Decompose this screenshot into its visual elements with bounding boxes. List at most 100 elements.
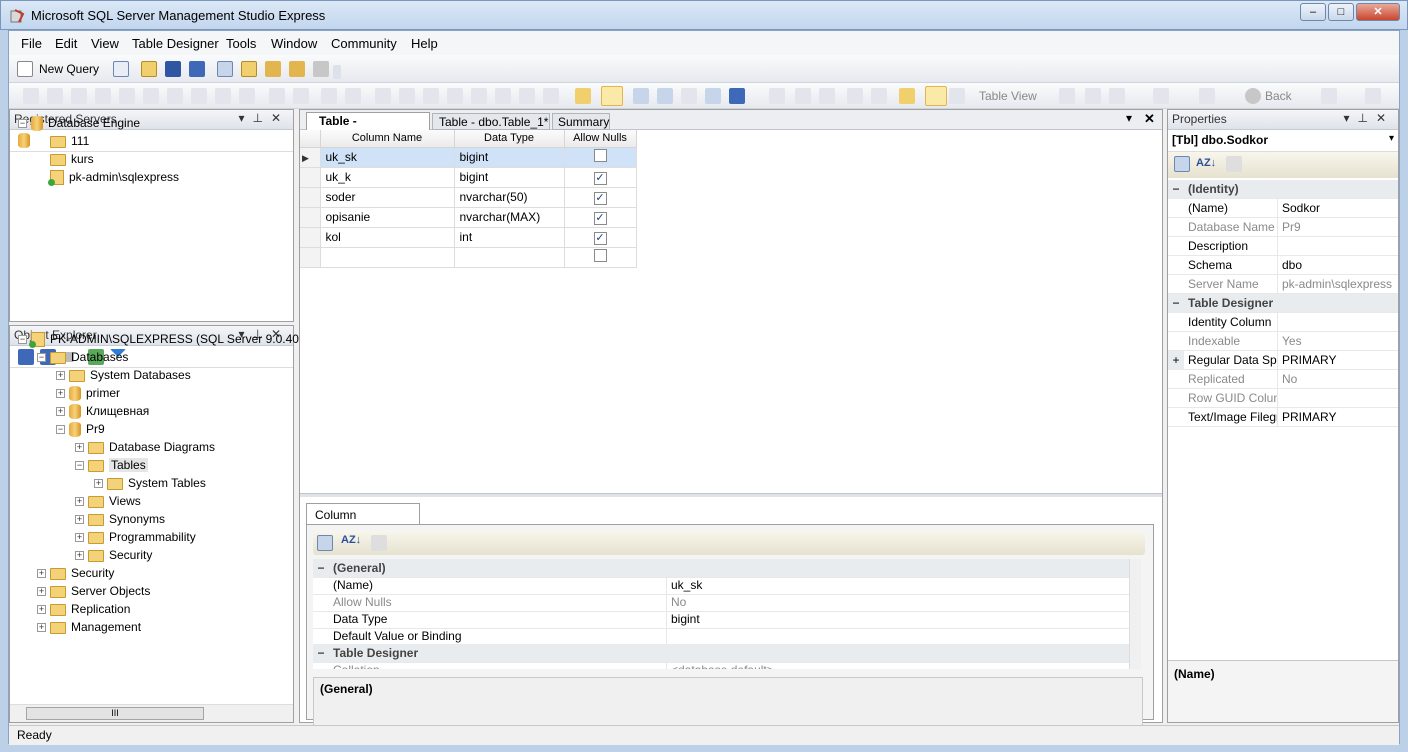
property-value[interactable] — [1278, 391, 1282, 405]
expand-icon[interactable]: + — [56, 371, 65, 381]
table-view-dropdown[interactable]: Table View — [979, 89, 1037, 103]
expand-icon[interactable]: + — [37, 587, 46, 597]
categorized-icon[interactable] — [1174, 156, 1190, 172]
grid-row[interactable]: soder nvarchar(50) ✓ — [300, 187, 637, 208]
query-icon-8[interactable] — [191, 88, 207, 104]
grid-row[interactable]: opisanie nvarchar(MAX) ✓ — [300, 207, 637, 228]
uncomment-icon[interactable] — [345, 88, 361, 104]
tree-node[interactable]: + Programmability — [75, 528, 196, 546]
property-pages-icon[interactable] — [371, 535, 387, 551]
tree-node[interactable]: + Database Diagrams — [75, 438, 215, 456]
view-icon-5[interactable] — [1199, 88, 1215, 104]
grid-row[interactable]: uk_k bigint ✓ — [300, 167, 637, 188]
allow-nulls-checkbox[interactable]: ✓ — [593, 191, 607, 205]
sort-alpha-icon[interactable]: AZ↓ — [341, 534, 361, 546]
grid-row[interactable]: kol int ✓ — [300, 227, 637, 248]
property-row[interactable]: (Name) Sodkor — [1168, 199, 1398, 218]
relationships-icon[interactable] — [633, 88, 649, 104]
tree-node[interactable]: − PK-ADMIN\SQLEXPRESS (SQL Server 9.0.403… — [18, 330, 312, 349]
property-row[interactable]: Identity Column — [1168, 313, 1398, 332]
data-type-cell[interactable]: int — [454, 227, 565, 248]
tree-node[interactable]: + System Tables — [94, 474, 206, 492]
open-folder-icon[interactable] — [141, 61, 157, 77]
expand-icon[interactable]: + — [37, 605, 46, 615]
property-value[interactable]: No — [1278, 372, 1297, 386]
bookmark-icon-6[interactable] — [495, 88, 511, 104]
xml-index-icon[interactable] — [705, 88, 721, 104]
column-name-cell[interactable]: kol — [320, 227, 455, 248]
expand-icon[interactable]: + — [75, 551, 84, 561]
column-name-cell[interactable]: uk_k — [320, 167, 455, 188]
bookmark-icon-5[interactable] — [471, 88, 487, 104]
query-icon-6[interactable] — [143, 88, 159, 104]
tab-dropdown-icon[interactable]: ▾ — [1126, 111, 1132, 125]
bookmark-icon-2[interactable] — [399, 88, 415, 104]
data-type-cell[interactable]: bigint — [454, 147, 565, 168]
query-icon-10[interactable] — [239, 88, 255, 104]
new-file-icon[interactable] — [113, 61, 129, 77]
tree-node[interactable]: pk-admin\sqlexpress — [37, 168, 179, 187]
property-row[interactable]: Replicated No — [1168, 370, 1398, 389]
property-row[interactable]: Schema dbo — [1168, 256, 1398, 275]
view-icon-4[interactable] — [1153, 88, 1169, 104]
designer-icon-3[interactable] — [819, 88, 835, 104]
collapse-icon[interactable]: − — [56, 425, 65, 435]
tree-node[interactable]: − Database Engine — [18, 114, 140, 132]
horizontal-scrollbar[interactable]: III — [10, 704, 293, 722]
property-value[interactable]: Pr9 — [1278, 220, 1301, 234]
categorized-icon[interactable] — [317, 535, 333, 551]
query-icon-7[interactable] — [167, 88, 183, 104]
pane-buttons[interactable]: ▾⊥✕ — [238, 111, 289, 125]
tree-node[interactable]: + Synonyms — [75, 510, 165, 528]
tab-table-2[interactable]: Table - dbo.Table_2* — [306, 112, 430, 142]
new-query-button[interactable]: New Query — [39, 62, 99, 76]
property-value[interactable]: PRIMARY — [1278, 353, 1336, 367]
grid-row[interactable] — [300, 247, 637, 268]
minimize-button[interactable]: – — [1300, 3, 1326, 21]
allow-nulls-checkbox[interactable]: ✓ — [593, 231, 607, 245]
query-icon-1[interactable] — [23, 88, 39, 104]
property-value[interactable] — [1278, 239, 1282, 253]
object-dropdown-icon[interactable]: ▾ — [1389, 133, 1394, 144]
header-data-type[interactable]: Data Type — [454, 130, 565, 148]
expand-icon[interactable]: + — [37, 623, 46, 633]
expand-icon[interactable]: + — [75, 533, 84, 543]
property-value[interactable]: Sodkor — [1278, 201, 1320, 215]
maximize-button[interactable]: □ — [1328, 3, 1354, 21]
property-row[interactable]: +Regular Data SpacPRIMARY — [1168, 351, 1398, 370]
expand-icon[interactable]: + — [37, 569, 46, 579]
collapse-icon[interactable]: − — [37, 353, 46, 363]
view-icon-2[interactable] — [1085, 88, 1101, 104]
expand-icon[interactable]: + — [75, 443, 84, 453]
property-value[interactable]: No — [667, 595, 686, 609]
set-primary-key-icon[interactable] — [925, 86, 947, 106]
expand-icon[interactable]: + — [75, 497, 84, 507]
data-type-cell[interactable]: bigint — [454, 167, 565, 188]
tree-node[interactable]: − Databases — [37, 348, 128, 366]
row-selector[interactable]: ▶ — [300, 147, 321, 168]
indexes-icon[interactable] — [657, 88, 673, 104]
designer-icon-4[interactable] — [847, 88, 863, 104]
tree-node[interactable]: + Replication — [37, 600, 130, 618]
activity-monitor-icon[interactable] — [217, 61, 233, 77]
tree-node[interactable]: 111 — [37, 132, 89, 150]
fulltext-icon[interactable] — [681, 88, 697, 104]
row-selector[interactable] — [300, 187, 321, 208]
tree-node[interactable]: + Security — [75, 546, 152, 564]
tree-node[interactable]: kurs — [37, 150, 94, 168]
scroll-thumb[interactable]: III — [26, 707, 204, 720]
tab-column-properties[interactable]: Column Properties — [306, 503, 420, 536]
object-explorer-icon[interactable] — [265, 61, 281, 77]
property-row[interactable]: Description — [1168, 237, 1398, 256]
tree-node[interactable]: + primer — [56, 384, 120, 402]
back-icon[interactable] — [1245, 88, 1261, 104]
tree-node[interactable]: + Views — [75, 492, 141, 510]
header-column-name[interactable]: Column Name — [320, 130, 455, 148]
expand-icon[interactable]: + — [56, 407, 65, 417]
view-icon-7[interactable] — [1365, 88, 1381, 104]
header-allow-nulls[interactable]: Allow Nulls — [564, 130, 637, 148]
designer-icon-1[interactable] — [769, 88, 785, 104]
data-type-cell[interactable]: nvarchar(50) — [454, 187, 565, 208]
property-row[interactable]: Database Name Pr9 — [1168, 218, 1398, 237]
property-row[interactable]: Collation<database default> — [313, 661, 1129, 669]
